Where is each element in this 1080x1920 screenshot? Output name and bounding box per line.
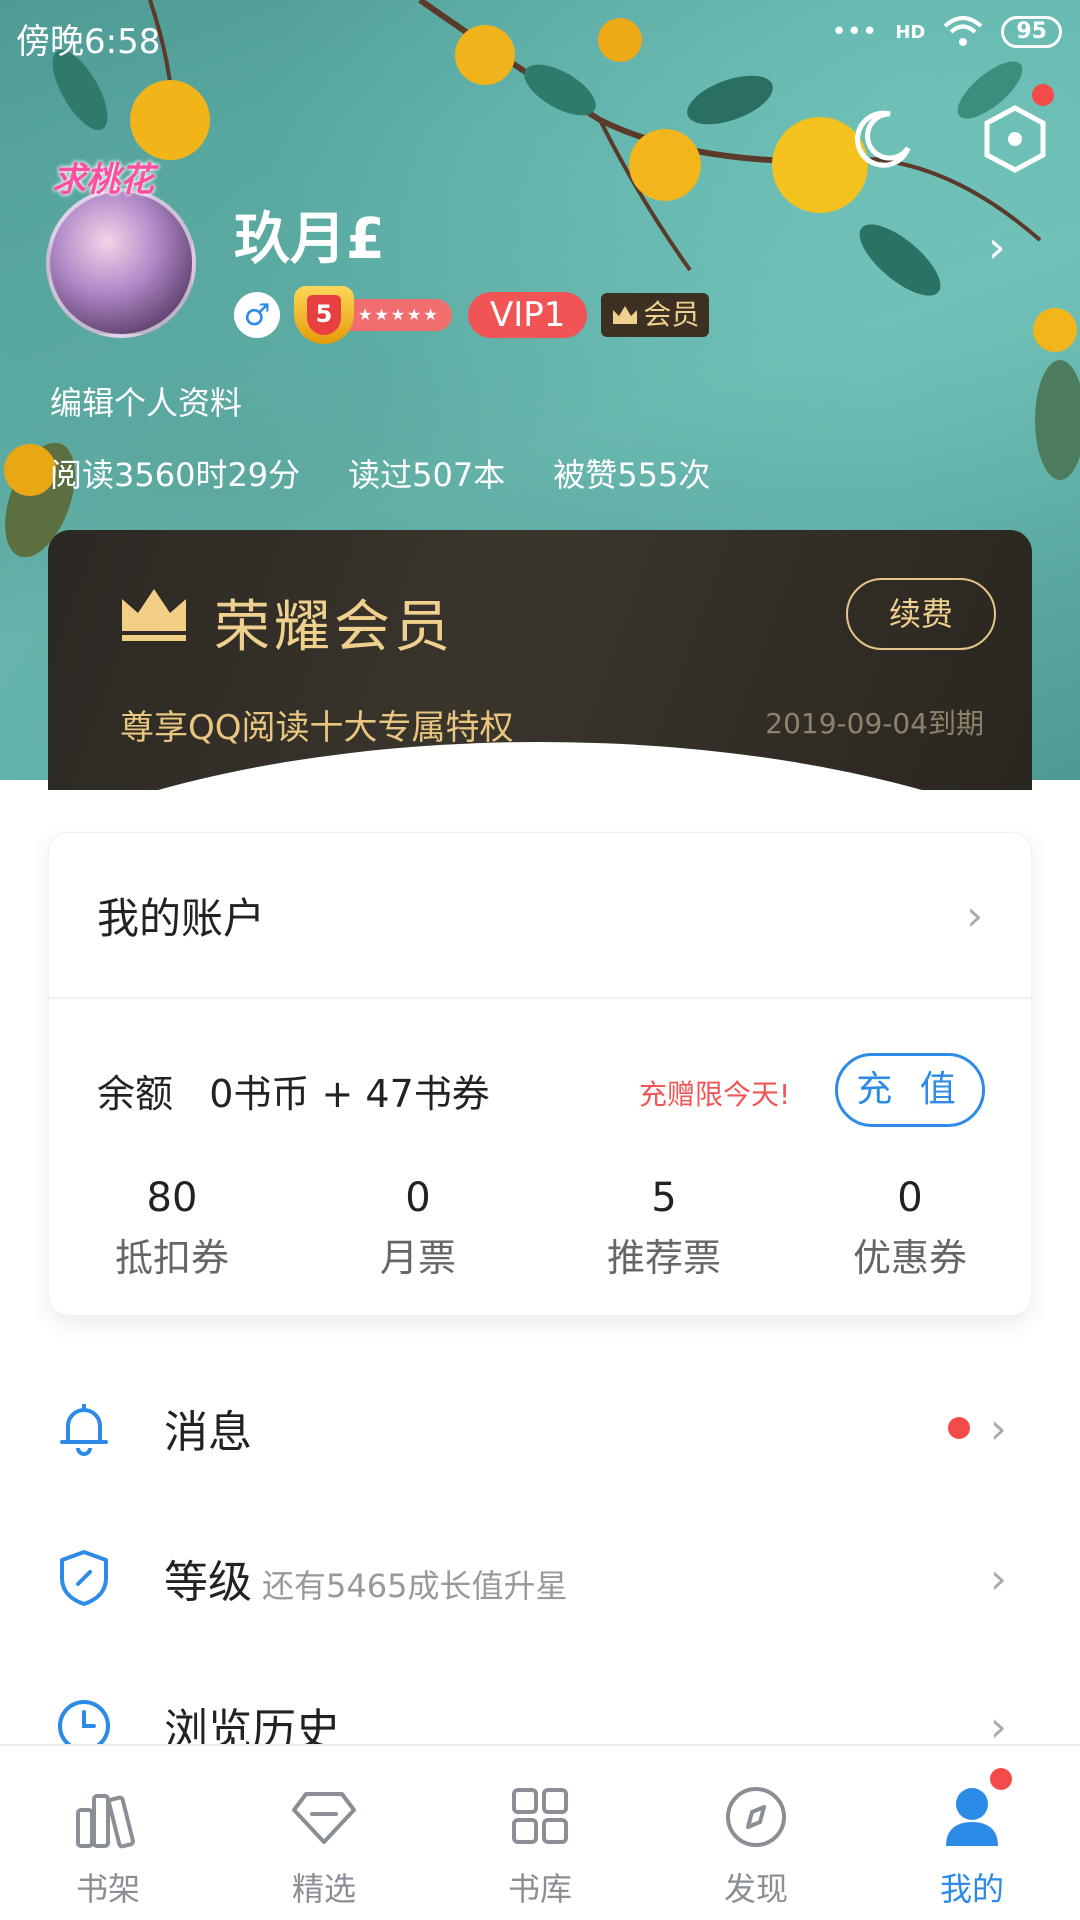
profile-page: 傍晚6:58 ••• HD 95 求桃花 玖月£ › ♂ ★★★★★ 5 VIP… [0, 0, 1080, 1920]
settings-notification-dot [1032, 84, 1054, 106]
wifi-icon [944, 16, 983, 46]
chevron-right-icon: › [966, 890, 983, 940]
level-badge[interactable]: ★★★★★ 5 [294, 286, 454, 344]
likes-count: 被赞555次 [553, 456, 711, 494]
chevron-right-icon[interactable]: › [988, 222, 1006, 273]
promo-text: 充赠限今天! [639, 1078, 791, 1111]
balance-text: 余额 0书币 + 47书券 [97, 1072, 490, 1116]
tab-bookshelf[interactable]: 书架 [0, 1746, 216, 1920]
tab-mine[interactable]: 我的 [864, 1746, 1080, 1920]
crown-icon [613, 306, 638, 324]
count-recommend-tickets[interactable]: 5 推荐票 [541, 1175, 787, 1282]
shield-icon [60, 1550, 108, 1606]
status-bar: 傍晚6:58 ••• HD 95 [0, 0, 1080, 70]
chevron-right-icon: › [990, 1403, 1007, 1453]
avatar[interactable] [46, 188, 196, 338]
my-account-row[interactable]: 我的账户 › [49, 833, 1031, 999]
recharge-button[interactable]: 充 值 [835, 1053, 985, 1127]
my-account-title: 我的账户 [97, 893, 266, 943]
count-discount-coupons[interactable]: 0 优惠券 [787, 1175, 1033, 1282]
level-row[interactable]: 等级 还有5465成长值升星 › [0, 1518, 1080, 1638]
username[interactable]: 玖月£ [234, 194, 385, 275]
compass-icon [726, 1787, 786, 1847]
grid-icon [512, 1788, 568, 1844]
tab-discover[interactable]: 发现 [648, 1746, 864, 1920]
messages-row[interactable]: 消息 › [0, 1368, 1080, 1488]
night-mode-icon[interactable] [852, 108, 912, 168]
vip-expiry: 2019-09-04到期 [765, 707, 984, 740]
member-badge[interactable]: 会员 [601, 293, 710, 337]
edit-profile-link[interactable]: 编辑个人资料 [50, 378, 242, 424]
badge-row: ♂ ★★★★★ 5 VIP1 会员 [234, 286, 710, 344]
vip-badge[interactable]: VIP1 [468, 292, 588, 338]
tab-featured[interactable]: 精选 [216, 1746, 432, 1920]
bookshelf-icon [76, 1794, 135, 1849]
settings-icon[interactable] [982, 104, 1048, 174]
status-time: 傍晚6:58 [16, 22, 161, 62]
level-label: 等级 还有5465成长值升星 [164, 1557, 568, 1608]
level-shield-icon: 5 [294, 286, 354, 344]
count-monthly-tickets[interactable]: 0 月票 [295, 1175, 541, 1282]
books-read: 读过507本 [348, 456, 506, 494]
tab-library[interactable]: 书库 [432, 1746, 648, 1920]
male-icon: ♂ [234, 292, 280, 338]
level-number: 5 [307, 295, 341, 335]
crown-icon [122, 589, 186, 641]
diamond-icon [292, 1792, 356, 1844]
level-hint: 还有5465成长值升星 [262, 1567, 568, 1605]
bottom-tab-bar: 书架 精选 书库 发现 我的 [0, 1744, 1080, 1920]
signal-icon: HD [895, 21, 926, 43]
mine-notification-dot [990, 1768, 1012, 1790]
ticket-counts: 80 抵扣券 0 月票 5 推荐票 0 优惠券 [49, 1175, 1033, 1282]
battery-icon: 95 [1001, 16, 1062, 48]
messages-label: 消息 [164, 1407, 252, 1458]
vip-card-title: 荣耀会员 [214, 595, 454, 660]
avatar-badge: 求桃花 [52, 160, 154, 200]
bell-icon [60, 1404, 108, 1456]
vip-card-subtitle: 尊享QQ阅读十大专属特权 [120, 708, 514, 748]
count-deduction-coupons[interactable]: 80 抵扣券 [49, 1175, 295, 1282]
more-dots-icon: ••• [831, 17, 878, 47]
member-label: 会员 [643, 298, 700, 331]
person-icon [946, 1788, 998, 1846]
reading-stats: 阅读3560时29分 读过507本 被赞555次 [50, 450, 710, 496]
chevron-right-icon: › [990, 1553, 1007, 1603]
account-card: 我的账户 › 余额 0书币 + 47书券 充赠限今天! 充 值 80 抵扣券 0… [48, 832, 1032, 1316]
renew-button[interactable]: 续费 [846, 578, 996, 650]
reading-time: 阅读3560时29分 [50, 456, 301, 494]
messages-unread-dot [948, 1417, 970, 1439]
